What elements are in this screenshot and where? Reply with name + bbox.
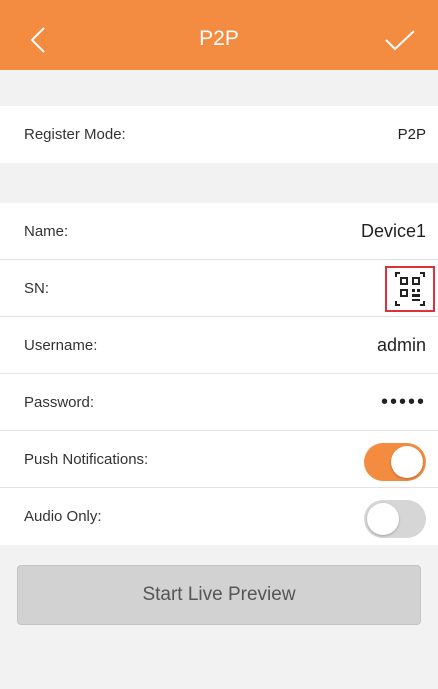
start-live-preview-button[interactable]: Start Live Preview [17,565,421,625]
page-title: P2P [199,27,239,50]
register-mode-value: P2P [397,126,426,143]
qr-scan-button[interactable] [385,266,435,312]
password-value[interactable]: ••••• [381,374,426,431]
sn-label: SN: [24,280,50,297]
toggle-knob [391,446,423,478]
audio-only-label: Audio Only: [24,508,102,525]
checkmark-icon [385,30,415,51]
sn-row[interactable]: SN: [0,260,438,317]
username-label: Username: [24,337,98,354]
section-gap [0,70,438,106]
section-gap [0,163,438,203]
register-mode-label: Register Mode: [24,126,126,143]
register-section: Register Mode: P2P [0,106,438,163]
password-label: Password: [24,394,95,411]
name-value[interactable]: Device1 [361,203,426,260]
register-mode-row[interactable]: Register Mode: P2P [0,106,438,163]
username-value[interactable]: admin [377,317,426,374]
qr-scan-icon [395,272,425,306]
device-section: Name: Device1 SN: Username: admin Passwo… [0,203,438,545]
push-notifications-label: Push Notifications: [24,451,149,468]
toggle-knob [367,503,399,535]
password-row[interactable]: Password: ••••• [0,374,438,431]
app-header: P2P [0,0,438,70]
confirm-button[interactable] [380,20,420,60]
name-row[interactable]: Name: Device1 [0,203,438,260]
username-row[interactable]: Username: admin [0,317,438,374]
push-notifications-toggle[interactable] [364,443,426,481]
audio-only-row: Audio Only: [0,488,438,545]
name-label: Name: [24,223,69,240]
push-notifications-row: Push Notifications: [0,431,438,488]
audio-only-toggle[interactable] [364,500,426,538]
